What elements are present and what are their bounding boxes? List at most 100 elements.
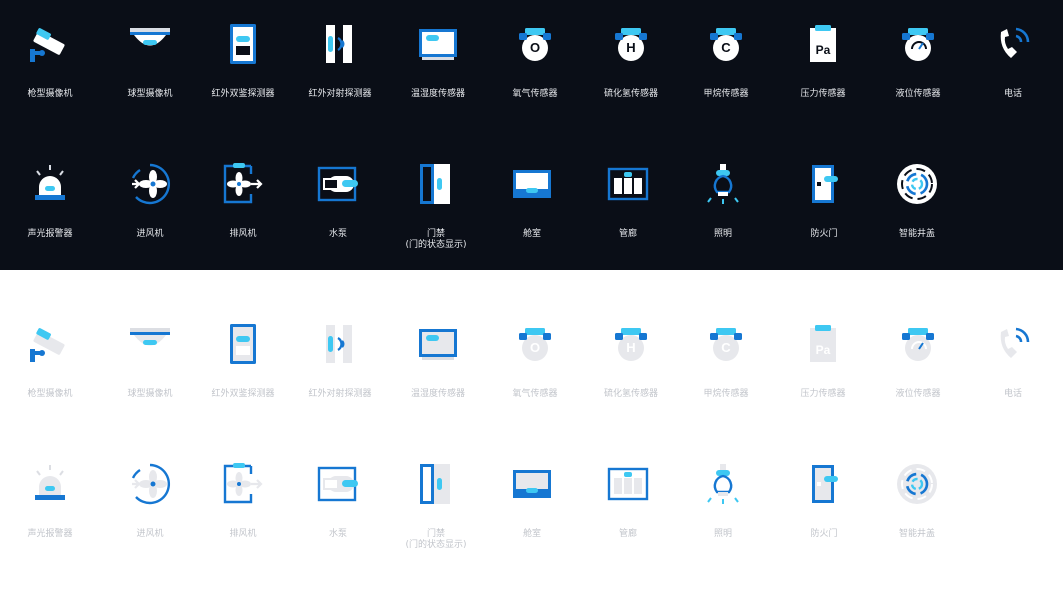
telephone-icon xyxy=(1000,27,1030,58)
svg-text:H: H xyxy=(626,340,635,355)
icon-label: 氧气传感器 xyxy=(512,89,558,99)
hydrogen-sulfide-sensor-tile: H 硫化氢传感器 xyxy=(576,322,686,400)
smart-manhole-cover-tile: 智能井盖 xyxy=(862,162,972,240)
icon-label: 硫化氢传感器 xyxy=(603,89,658,99)
pipe-gallery-tile: 管廊 xyxy=(573,162,683,240)
methane-sensor-icon: C xyxy=(710,328,742,361)
icon-label: 门禁 xyxy=(426,229,445,239)
methane-sensor-icon: C xyxy=(710,28,742,61)
exhaust-fan-icon xyxy=(223,163,263,204)
pressure-sensor-icon: Pa xyxy=(810,25,836,62)
icon-label: 枪型摄像机 xyxy=(27,89,73,99)
methane-sensor-tile: C 甲烷传感器 xyxy=(671,22,781,100)
level-sensor-icon xyxy=(902,28,934,61)
level-sensor-tile: 液位传感器 xyxy=(863,22,973,100)
exhaust-fan-tile: 排风机 xyxy=(188,162,298,240)
dual-infrared-detector-tile: 红外双鉴探测器 xyxy=(188,22,298,100)
pipe-gallery-icon xyxy=(607,467,649,501)
temperature-humidity-sensor-tile: 温湿度传感器 xyxy=(383,22,493,100)
dome-camera-icon xyxy=(130,328,170,346)
lighting-tile: 照明 xyxy=(668,462,778,540)
access-door-tile: 门禁 (门的状态显示) xyxy=(381,162,491,251)
oxygen-sensor-tile: O 氧气传感器 xyxy=(480,22,590,100)
fire-door-icon xyxy=(812,465,838,503)
gun-camera-icon xyxy=(30,328,65,362)
dual-infrared-detector-tile: 红外双鉴探测器 xyxy=(188,322,298,400)
icon-label: 红外对射探测器 xyxy=(308,389,372,399)
oxygen-sensor-tile: O 氧气传感器 xyxy=(480,322,590,400)
icon-label: 电话 xyxy=(1003,389,1022,399)
infrared-beam-detector-icon xyxy=(326,25,352,63)
infrared-beam-detector-tile: 红外对射探测器 xyxy=(285,322,395,400)
intake-fan-icon xyxy=(131,463,171,505)
water-pump-icon xyxy=(317,466,358,502)
icon-label: 温湿度传感器 xyxy=(410,389,465,399)
water-pump-tile: 水泵 xyxy=(283,162,393,240)
gun-camera-tile: 枪型摄像机 xyxy=(0,22,105,100)
oxygen-sensor-icon: O xyxy=(519,28,551,61)
smart-manhole-cover-icon xyxy=(897,164,937,204)
access-door-tile: 门禁 (门的状态显示) xyxy=(381,462,491,551)
gun-camera-icon xyxy=(30,28,65,62)
infrared-beam-detector-tile: 红外对射探测器 xyxy=(285,22,395,100)
temperature-humidity-sensor-tile: 温湿度传感器 xyxy=(383,322,493,400)
icon-label: 压力传感器 xyxy=(800,389,846,399)
dual-infrared-detector-icon xyxy=(230,324,256,364)
audible-visual-alarm-icon xyxy=(35,165,65,200)
level-sensor-tile: 液位传感器 xyxy=(863,322,973,400)
icon-label: 智能井盖 xyxy=(898,229,935,239)
svg-text:Pa: Pa xyxy=(816,343,831,357)
light-theme-panel: 枪型摄像机 球型摄像机 红外双鉴探测器 红外对射探测器 温湿度传感器 O 氧气传感… xyxy=(0,270,1063,600)
icon-label: 红外双鉴探测器 xyxy=(211,89,275,99)
pipe-gallery-tile: 管廊 xyxy=(573,462,683,540)
icon-label: 红外双鉴探测器 xyxy=(211,389,275,399)
dark-theme-panel: 枪型摄像机 球型摄像机 红外双鉴探测器 红外对射探测器 温湿度传感器 O 氧气传感… xyxy=(0,0,1063,270)
icon-label: 水泵 xyxy=(328,529,347,539)
svg-text:C: C xyxy=(721,40,731,55)
audible-visual-alarm-icon xyxy=(35,465,65,500)
icon-label: 温湿度传感器 xyxy=(410,89,465,99)
dual-infrared-detector-icon xyxy=(230,24,256,64)
fire-door-icon xyxy=(812,165,838,203)
svg-text:H: H xyxy=(626,40,635,55)
lighting-tile: 照明 xyxy=(668,162,778,240)
access-door-icon xyxy=(420,464,450,504)
icon-label: 液位传感器 xyxy=(895,389,941,399)
icon-label: 水泵 xyxy=(328,229,347,239)
water-pump-icon xyxy=(317,166,358,202)
cabin-icon xyxy=(513,470,551,498)
icon-label: 声光报警器 xyxy=(27,529,73,539)
icon-label: 枪型摄像机 xyxy=(27,389,73,399)
smart-manhole-cover-tile: 智能井盖 xyxy=(862,462,972,540)
infrared-beam-detector-icon xyxy=(326,325,352,363)
oxygen-sensor-icon: O xyxy=(519,328,551,361)
icon-label: 声光报警器 xyxy=(27,229,73,239)
icon-label: 门禁 xyxy=(426,529,445,539)
gun-camera-tile: 枪型摄像机 xyxy=(0,322,105,400)
lighting-icon xyxy=(707,164,739,204)
audible-visual-alarm-tile: 声光报警器 xyxy=(0,162,105,240)
icon-label: 排风机 xyxy=(229,229,257,239)
hydrogen-sulfide-sensor-tile: H 硫化氢传感器 xyxy=(576,22,686,100)
temperature-humidity-sensor-icon xyxy=(419,29,457,60)
access-door-icon xyxy=(420,164,450,204)
icon-sublabel: (门的状态显示) xyxy=(405,540,467,550)
icon-label: 舱室 xyxy=(522,529,541,539)
pressure-sensor-icon: Pa xyxy=(810,325,836,362)
exhaust-fan-tile: 排风机 xyxy=(188,462,298,540)
hydrogen-sulfide-sensor-icon: H xyxy=(615,28,647,61)
icon-label: 压力传感器 xyxy=(800,89,846,99)
icon-label: 电话 xyxy=(1003,89,1022,99)
icon-label: 管廊 xyxy=(618,529,637,539)
icon-label: 红外对射探测器 xyxy=(308,89,372,99)
telephone-tile: 电话 xyxy=(958,22,1063,100)
icon-label: 排风机 xyxy=(229,529,257,539)
telephone-tile: 电话 xyxy=(958,322,1063,400)
methane-sensor-tile: C 甲烷传感器 xyxy=(671,322,781,400)
svg-text:O: O xyxy=(530,340,540,355)
audible-visual-alarm-tile: 声光报警器 xyxy=(0,462,105,540)
hydrogen-sulfide-sensor-icon: H xyxy=(615,328,647,361)
pressure-sensor-tile: Pa 压力传感器 xyxy=(768,322,878,400)
svg-text:O: O xyxy=(530,40,540,55)
level-sensor-icon xyxy=(902,328,934,361)
